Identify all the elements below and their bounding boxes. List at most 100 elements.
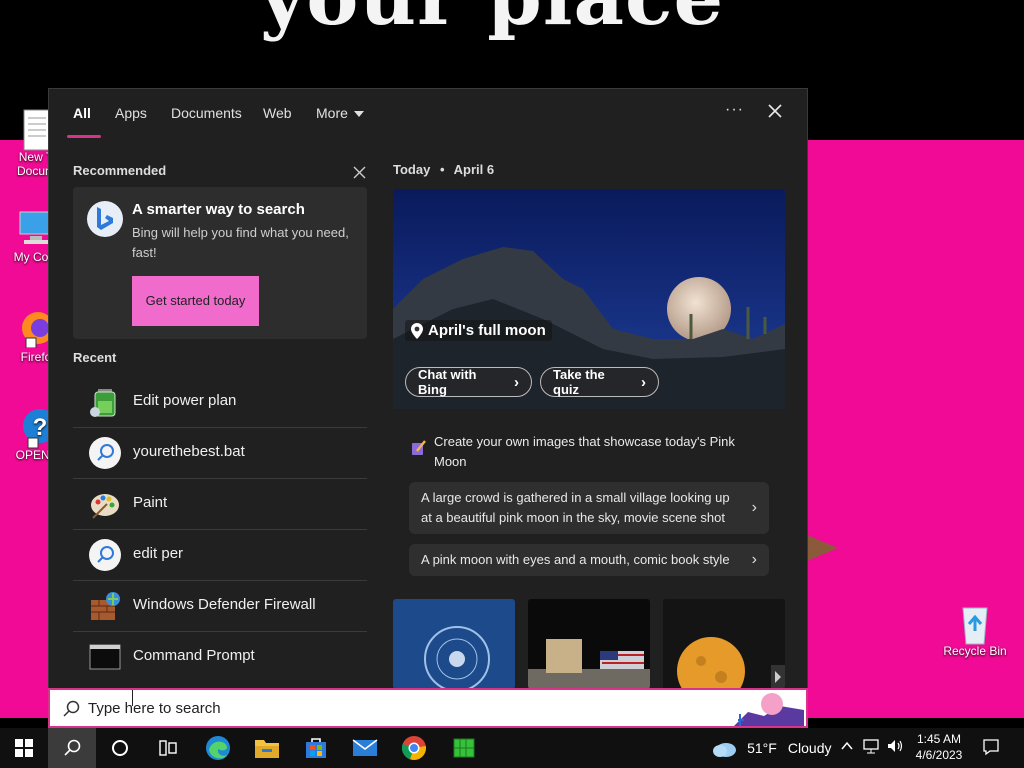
cortana-icon	[112, 740, 128, 756]
hero-caption: April's full moon	[405, 320, 552, 341]
search-tabs: All Apps Documents Web More ···	[49, 89, 807, 141]
search-icon	[63, 700, 80, 717]
desktop-icon-recycle-bin[interactable]: Recycle Bin	[938, 602, 1012, 658]
chevron-right-icon: ›	[514, 373, 519, 391]
recommended-card: A smarter way to search Bing will help y…	[73, 187, 367, 339]
text-cursor	[132, 690, 133, 706]
get-started-button[interactable]: Get started today	[132, 276, 259, 326]
speaker-icon	[888, 740, 903, 752]
folder-icon	[255, 740, 279, 758]
search-panel: All Apps Documents Web More ··· Recommen…	[48, 88, 808, 688]
terminal-icon	[89, 641, 121, 673]
location-pin-icon	[411, 322, 423, 339]
volume-button[interactable]	[886, 738, 904, 758]
tab-web[interactable]: Web	[263, 105, 292, 121]
tab-more[interactable]: More	[316, 105, 364, 121]
network-icon	[863, 739, 879, 754]
chevron-down-icon	[353, 111, 364, 118]
mail-icon	[352, 739, 378, 756]
more-options-button[interactable]: ···	[725, 101, 744, 119]
cortana-button[interactable]	[96, 728, 144, 768]
recent-item-yourethebest[interactable]: yourethebest.bat	[73, 428, 367, 479]
recent-item-command-prompt[interactable]: Command Prompt	[73, 632, 367, 682]
recent-item-edit-per[interactable]: edit per	[73, 530, 367, 581]
tab-all[interactable]: All	[73, 105, 91, 121]
today-header: Today • April 6	[393, 162, 494, 177]
network-button[interactable]	[862, 738, 880, 758]
chevron-up-icon	[841, 741, 853, 750]
bing-logo-icon	[87, 201, 123, 237]
action-center-button[interactable]	[982, 738, 1000, 760]
tab-apps[interactable]: Apps	[115, 105, 147, 121]
recent-item-label: edit per	[133, 545, 184, 562]
recent-item-label: Command Prompt	[133, 647, 255, 664]
taskbar-mail[interactable]	[341, 728, 389, 768]
wallpaper-title: your place	[260, 0, 724, 43]
taskbar-microsoft-store[interactable]	[292, 728, 340, 768]
show-hidden-icons-button[interactable]	[840, 738, 854, 757]
store-icon	[306, 738, 326, 758]
tab-documents[interactable]: Documents	[171, 105, 242, 121]
take-the-quiz-button[interactable]: Take the quiz ›	[540, 367, 659, 397]
start-button[interactable]	[0, 728, 48, 768]
recommended-heading: Recommended	[73, 163, 167, 178]
taskbar-chrome[interactable]	[390, 728, 438, 768]
taskbar-search-button[interactable]	[48, 728, 96, 768]
weather-widget[interactable]: 51°F Cloudy	[712, 737, 832, 758]
recent-item-windows-defender-firewall[interactable]: Windows Defender Firewall	[73, 581, 367, 632]
active-tab-indicator	[67, 135, 101, 138]
image-prompt-suggestion[interactable]: A large crowd is gathered in a small vil…	[409, 482, 769, 534]
chat-with-bing-button[interactable]: Chat with Bing ›	[405, 367, 532, 397]
taskbar-search-box[interactable]: Type here to search	[48, 688, 808, 728]
notification-icon	[983, 739, 999, 756]
windows-logo-icon	[15, 739, 33, 757]
task-view-button[interactable]	[144, 728, 192, 768]
today-label: Today	[393, 162, 431, 177]
image-prompt-text: A pink moon with eyes and a mouth, comic…	[421, 552, 730, 567]
recycle-bin-icon	[955, 602, 995, 645]
close-button[interactable]	[767, 103, 783, 122]
chevron-right-icon: ›	[751, 551, 757, 568]
green-app-icon	[453, 738, 475, 758]
orange-moon-thumbnail[interactable]	[663, 599, 785, 688]
svg-text:?: ?	[33, 414, 48, 441]
recent-item-label: Paint	[133, 494, 168, 511]
recent-item-label: yourethebest.bat	[133, 443, 245, 460]
zodiac-thumbnail[interactable]	[393, 599, 515, 688]
taskbar-edge[interactable]	[194, 728, 242, 768]
weather-condition: Cloudy	[787, 739, 832, 756]
today-date: April 6	[453, 162, 495, 177]
chevron-right-icon: ›	[751, 499, 757, 516]
search-icon	[64, 739, 81, 756]
search-result-icon	[89, 539, 121, 571]
moon-landing-thumbnail[interactable]	[528, 599, 650, 688]
pink-moon-search-highlight-icon	[734, 692, 804, 726]
recent-item-edit-power-plan[interactable]: Edit power plan	[73, 377, 367, 428]
taskbar-app[interactable]	[440, 728, 488, 768]
close-icon	[353, 166, 366, 179]
dismiss-recommended-button[interactable]	[353, 164, 366, 183]
edge-browser-icon	[206, 736, 230, 760]
task-view-icon	[159, 740, 177, 756]
recent-item-paint[interactable]: Paint	[73, 479, 367, 530]
recommended-title: A smarter way to search	[132, 201, 305, 218]
close-icon	[768, 104, 782, 118]
clock[interactable]: 1:45 AM 4/6/2023	[910, 731, 968, 763]
recent-heading: Recent	[73, 350, 117, 365]
firewall-icon	[89, 590, 121, 622]
desktop-icon-label: Recycle Bin	[943, 644, 1007, 658]
take-the-quiz-label: Take the quiz	[553, 367, 605, 397]
paint-palette-icon	[89, 488, 121, 520]
image-prompt-suggestion[interactable]: A pink moon with eyes and a mouth, comic…	[409, 544, 769, 576]
create-images-heading: Create your own images that showcase tod…	[434, 434, 735, 469]
recent-item-label: Edit power plan	[133, 392, 237, 409]
chat-with-bing-label: Chat with Bing	[418, 367, 477, 397]
hero-caption-text: April's full moon	[428, 322, 546, 339]
taskbar-file-explorer[interactable]	[243, 728, 291, 768]
recent-item-label: Windows Defender Firewall	[133, 596, 316, 613]
chrome-icon	[401, 736, 426, 760]
today-separator: •	[439, 162, 445, 177]
chevron-right-icon: ›	[641, 373, 646, 391]
image-create-icon	[411, 439, 427, 461]
recommended-description: Bing will help you find what you need, f…	[132, 225, 349, 260]
